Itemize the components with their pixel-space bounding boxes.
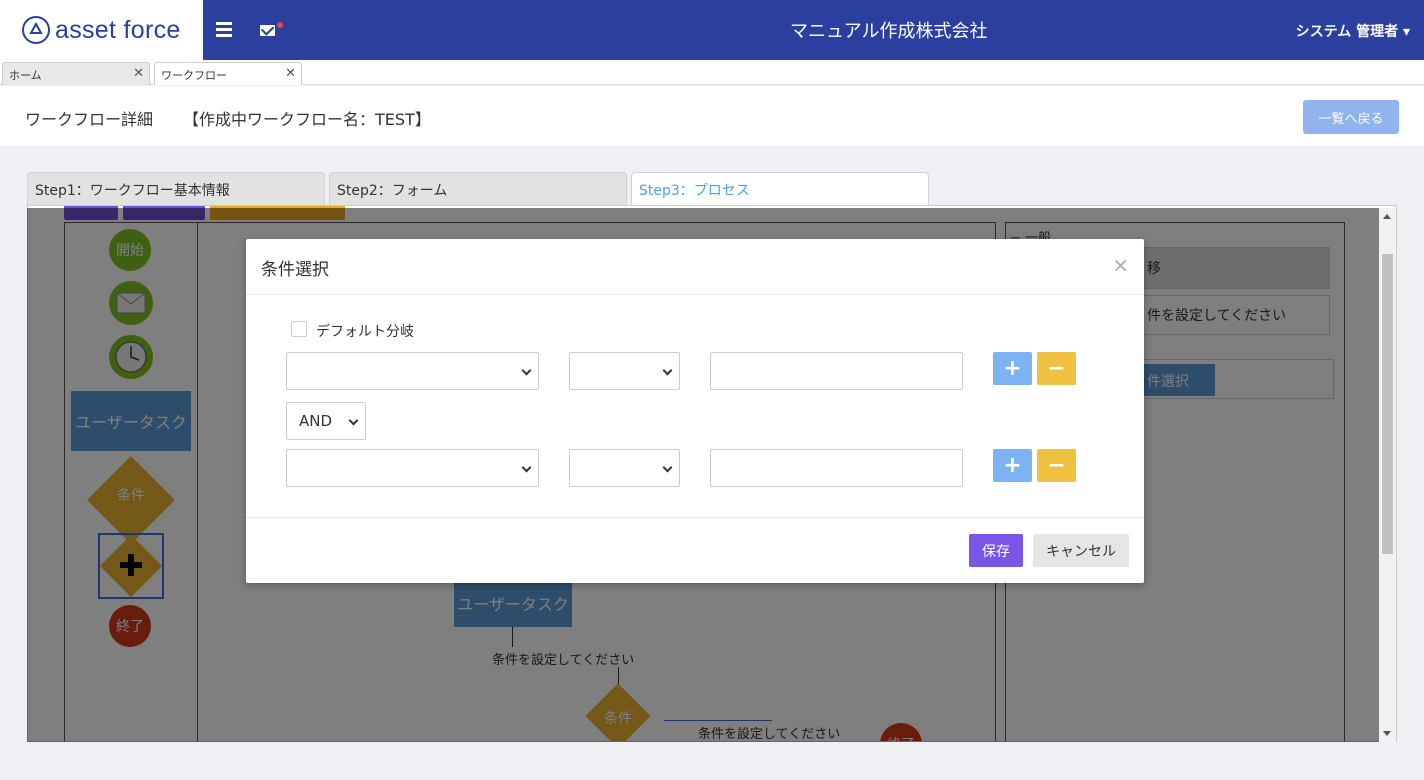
page-tab-bar: ホーム ✕ ワークフロー ✕	[0, 60, 1424, 85]
chevron-down-icon	[521, 365, 532, 376]
company-name: マニュアル作成株式会社	[790, 21, 988, 42]
default-branch-checkbox[interactable]	[291, 321, 307, 337]
tab-home[interactable]: ホーム ✕	[2, 62, 150, 85]
scroll-up-icon[interactable]	[1383, 214, 1391, 219]
tab-step2[interactable]: Step2：フォーム	[329, 172, 627, 205]
user-menu[interactable]: システム 管理者 ▾	[1296, 21, 1410, 41]
chevron-down-icon	[348, 415, 359, 426]
top-header: asset force マニュアル作成株式会社 システム 管理者 ▾	[0, 0, 1424, 60]
dialog-header: 条件選択 ×	[246, 239, 1144, 295]
condition-select-dialog: 条件選択 × デフォルト分岐 + − AND + − 保存 キャンセル	[246, 239, 1144, 583]
field-select-1[interactable]	[286, 352, 539, 390]
dialog-body: デフォルト分岐 + − AND + −	[246, 295, 1144, 518]
dialog-footer: 保存 キャンセル	[246, 518, 1144, 582]
field-select-2[interactable]	[286, 449, 539, 487]
remove-condition-button[interactable]: −	[1037, 352, 1076, 385]
remove-condition-button[interactable]: −	[1037, 449, 1076, 482]
chevron-down-icon	[662, 462, 673, 473]
user-name: システム 管理者	[1295, 24, 1399, 40]
scroll-thumb[interactable]	[1382, 254, 1393, 554]
scrollbar[interactable]	[1379, 208, 1396, 742]
menu-icon[interactable]	[216, 22, 232, 38]
tab-label: ホーム	[9, 69, 42, 82]
tab-label: ワークフロー	[161, 69, 227, 82]
scroll-down-icon[interactable]	[1383, 731, 1391, 736]
dialog-title: 条件選択	[261, 260, 329, 280]
caret-down-icon: ▾	[1398, 24, 1410, 40]
back-to-list-button[interactable]: 一覧へ戻る	[1303, 100, 1399, 134]
tab-step1[interactable]: Step1：ワークフロー基本情報	[27, 172, 325, 205]
value-input-1[interactable]	[710, 352, 963, 390]
chevron-down-icon	[521, 462, 532, 473]
close-icon[interactable]: ×	[1112, 253, 1129, 277]
tab-workflow[interactable]: ワークフロー ✕	[154, 62, 302, 85]
add-condition-button[interactable]: +	[993, 352, 1032, 385]
close-icon[interactable]: ✕	[133, 66, 144, 81]
logo-icon	[22, 16, 50, 44]
logo-text: asset force	[55, 15, 181, 44]
operator-select-1[interactable]	[569, 352, 680, 390]
logic-operator-select[interactable]: AND	[286, 402, 366, 440]
workflow-name: 【作成中ワークフロー名：TEST】	[183, 110, 431, 129]
save-button[interactable]: 保存	[969, 534, 1023, 567]
logo[interactable]: asset force	[0, 0, 203, 60]
add-condition-button[interactable]: +	[993, 449, 1032, 482]
page-title: ワークフロー詳細	[25, 110, 154, 129]
default-branch-label: デフォルト分岐	[316, 324, 414, 340]
notification-dot	[277, 22, 283, 28]
operator-select-2[interactable]	[569, 449, 680, 487]
mail-icon[interactable]	[260, 22, 283, 38]
logic-operator-value: AND	[299, 412, 333, 430]
value-input-2[interactable]	[710, 449, 963, 487]
chevron-down-icon	[662, 365, 673, 376]
page-header: ワークフロー詳細 【作成中ワークフロー名：TEST】 一覧へ戻る	[0, 86, 1424, 146]
close-icon[interactable]: ✕	[285, 66, 296, 81]
cancel-button[interactable]: キャンセル	[1033, 534, 1129, 567]
tab-step3[interactable]: Step3：プロセス	[631, 172, 929, 205]
